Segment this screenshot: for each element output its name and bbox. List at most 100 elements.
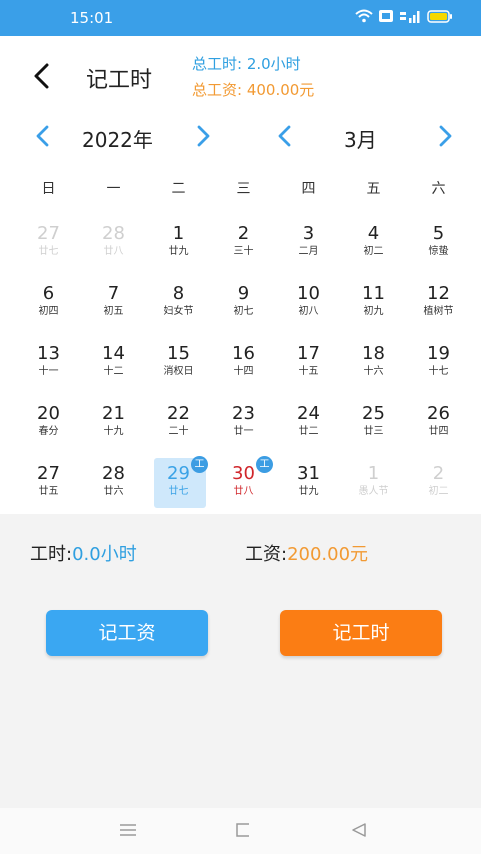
prev-month-chevron-icon[interactable] [274,122,296,150]
day-number: 27 [37,223,60,244]
lunar-date: 十四 [233,366,254,377]
day-number: 6 [42,283,55,304]
calendar-day-cell[interactable]: 7 初五 [81,278,146,338]
header: 记工时 总工时: 2.0小时 总工资: 400.00元 [0,36,481,116]
calendar-day-cell[interactable]: 2 三十 [211,218,276,278]
lunar-date: 廿三 [363,426,384,437]
calendar-day-cell[interactable]: 28 廿六 [81,458,146,518]
home-icon[interactable] [234,822,252,838]
calendar-day-cell[interactable]: 10 初八 [276,278,341,338]
lunar-date: 廿八 [103,246,124,257]
calendar-grid: 27 廿七 28 廿八 1 廿九 2 三十 3 二月 4 初二 5 惊蛰 6 初四 7 初五 8 妇女节 9 初七 10 初八… [16,218,471,518]
signal-icon [400,11,420,23]
calendar-day-cell[interactable]: 31 廿九 [276,458,341,518]
calendar-day-cell[interactable]: 26 廿四 [406,398,471,458]
day-number: 17 [297,343,320,364]
calendar-day-cell[interactable]: 1 廿九 [146,218,211,278]
calendar-day-cell[interactable]: 16 十四 [211,338,276,398]
calendar-day-cell[interactable]: 21 十九 [81,398,146,458]
wifi-icon [355,9,373,23]
hours-value: 0.0小时 [72,544,137,565]
calendar-day-cell[interactable]: 25 廿三 [341,398,406,458]
day-number: 3 [302,223,315,244]
lunar-date: 初二 [363,246,384,257]
day-number: 1 [367,463,380,484]
calendar-day-cell[interactable]: 19 十七 [406,338,471,398]
day-number: 24 [297,403,320,424]
day-number: 15 [167,343,190,364]
calendar-day-cell[interactable]: 9 初七 [211,278,276,338]
day-number: 10 [297,283,320,304]
day-number: 7 [107,283,120,304]
lunar-date: 初八 [298,306,319,317]
calendar-day-cell[interactable]: 4 初二 [341,218,406,278]
calendar-day-cell[interactable]: 12 植树节 [406,278,471,338]
calendar-day-cell[interactable]: 18 十六 [341,338,406,398]
wage-stat: 工资:200.00元 [245,540,368,566]
calendar-day-cell[interactable]: 27 廿七 [16,218,81,278]
day-number: 5 [432,223,445,244]
day-number: 22 [167,403,190,424]
day-number: 9 [237,283,250,304]
calendar-day-cell[interactable]: 13 十一 [16,338,81,398]
bottom-panel: 工时:0.0小时 工资:200.00元 记工资 记工时 [0,514,481,808]
weekday-label: 三 [236,181,251,197]
calendar-day-cell[interactable]: 30 廿八工 [211,456,276,518]
day-number: 25 [362,403,385,424]
day-number: 28 [102,463,125,484]
day-number: 21 [102,403,125,424]
calendar-day-cell[interactable]: 1 愚人节 [341,458,406,518]
calendar-day-cell[interactable]: 3 二月 [276,218,341,278]
calendar-day-cell[interactable]: 22 二十 [146,398,211,458]
day-number: 26 [427,403,450,424]
lunar-date: 初四 [38,306,59,317]
calendar-day-cell[interactable]: 23 廿一 [211,398,276,458]
wage-label: 工资: [245,544,288,565]
system-nav-bar [0,808,481,854]
calendar-day-cell[interactable]: 15 消权日 [146,338,211,398]
work-badge: 工 [191,456,208,473]
lunar-date: 初九 [363,306,384,317]
lunar-date: 廿九 [298,486,319,497]
calendar-day-cell[interactable]: 8 妇女节 [146,278,211,338]
record-hours-button[interactable]: 记工时 [280,610,442,656]
lunar-date: 初七 [233,306,254,317]
lunar-date: 廿五 [38,486,59,497]
total-hours-summary: 总工时: 2.0小时 [192,55,301,73]
next-year-chevron-icon[interactable] [192,122,214,150]
lunar-date: 十二 [103,366,124,377]
day-number: 4 [367,223,380,244]
lunar-date: 廿二 [298,426,319,437]
lunar-date: 廿八 [233,486,254,497]
prev-year-chevron-icon[interactable] [32,122,54,150]
calendar-day-cell[interactable]: 29 廿七工 [146,456,211,518]
next-month-chevron-icon[interactable] [434,122,456,150]
hd-icon [379,10,393,22]
day-number: 14 [102,343,125,364]
back-arrow-icon[interactable] [30,61,54,91]
menu-icon[interactable] [118,822,138,838]
day-number: 28 [102,223,125,244]
lunar-date: 廿七 [168,486,189,497]
calendar-day-cell[interactable]: 11 初九 [341,278,406,338]
calendar-day-cell[interactable]: 24 廿二 [276,398,341,458]
date-navigator: 2022年 3月 [0,118,481,154]
calendar-day-cell[interactable]: 14 十二 [81,338,146,398]
calendar-day-cell[interactable]: 28 廿八 [81,218,146,278]
back-triangle-icon[interactable] [350,822,368,838]
calendar-day-cell[interactable]: 5 惊蛰 [406,218,471,278]
calendar-day-cell[interactable]: 27 廿五 [16,458,81,518]
record-wage-button[interactable]: 记工资 [46,610,208,656]
lunar-date: 十一 [38,366,59,377]
day-number: 12 [427,283,450,304]
lunar-date: 十七 [428,366,449,377]
calendar-day-cell[interactable]: 2 初二 [406,458,471,518]
weekday-label: 六 [431,181,446,197]
lunar-date: 惊蛰 [428,246,449,257]
battery-icon [427,9,452,23]
calendar-day-cell[interactable]: 20 春分 [16,398,81,458]
lunar-date: 二十 [168,426,189,437]
lunar-date: 廿六 [103,486,124,497]
calendar-day-cell[interactable]: 6 初四 [16,278,81,338]
calendar-day-cell[interactable]: 17 十五 [276,338,341,398]
